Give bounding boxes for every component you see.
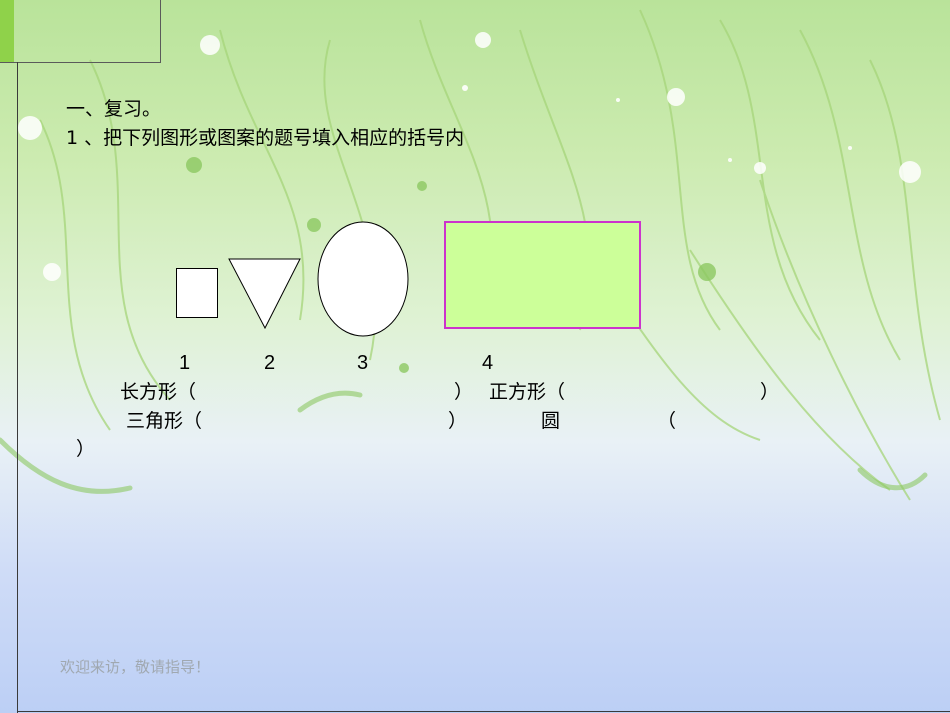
square-answer-close: ） (760, 381, 780, 403)
circle-answer-close: ） (76, 438, 96, 460)
shape-number-2: 2 (264, 352, 276, 374)
corner-frame (0, 0, 161, 63)
footer-text: 欢迎来访，敬请指导！ (60, 658, 211, 676)
triangle-answer-label: 三角形（ (126, 410, 203, 432)
circle-answer-open: （ (657, 410, 677, 432)
triangle-shape (228, 258, 301, 330)
triangle-answer-close: ） (448, 410, 468, 432)
question-text: 1 、把下列图形或图案的题号填入相应的括号内 (66, 127, 465, 149)
slide-border-bottom (17, 711, 950, 712)
shape-number-4: 4 (482, 352, 494, 374)
slide-border-left (17, 62, 18, 713)
rectangle-shape (444, 221, 641, 329)
rectangle-answer-label: 长方形（ (120, 381, 197, 403)
oval-shape (317, 221, 409, 337)
circle-answer-label: 圆 (541, 410, 561, 432)
square-answer-label: 正方形（ (489, 381, 566, 403)
rectangle-answer-close: ） (454, 381, 474, 403)
shape-number-3: 3 (357, 352, 369, 374)
square-shape (176, 268, 218, 318)
shape-number-1: 1 (179, 352, 191, 374)
slide: 一、复习。 1 、把下列图形或图案的题号填入相应的括号内 1 2 3 4 长方形… (0, 0, 950, 713)
review-heading: 一、复习。 (66, 98, 162, 120)
